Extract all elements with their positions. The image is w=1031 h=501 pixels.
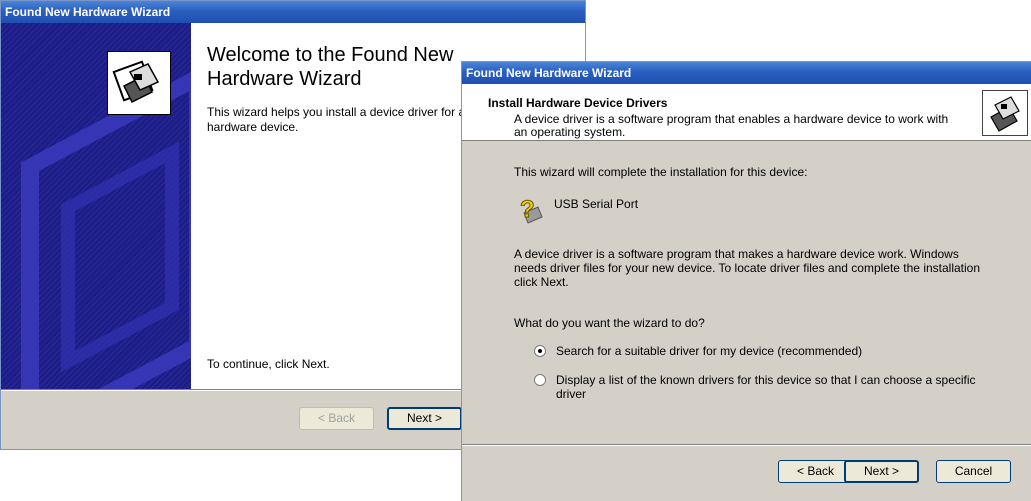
svg-text:?: ? <box>520 196 535 223</box>
wizard-window-install-drivers: Found New Hardware Wizard Install Hardwa… <box>461 61 1031 501</box>
search-driver-label[interactable]: Search for a suitable driver for my devi… <box>556 344 996 358</box>
wizard-description: This wizard helps you install a device d… <box>207 105 466 134</box>
back-button[interactable]: < Back <box>299 407 374 430</box>
hardware-icon <box>982 90 1028 136</box>
display-list-label[interactable]: Display a list of the known drivers for … <box>556 373 996 401</box>
next-button[interactable]: Next > <box>844 460 919 483</box>
continue-instruction: To continue, click Next. <box>207 357 330 371</box>
display-list-radio[interactable] <box>534 374 546 386</box>
hardware-icon <box>107 51 171 115</box>
cancel-button[interactable]: Cancel <box>936 460 1011 483</box>
option-display-list[interactable]: Display a list of the known drivers for … <box>534 373 996 401</box>
header-subtitle: A device driver is a software program th… <box>514 112 949 139</box>
welcome-heading: Welcome to the Found New Hardware Wizard <box>207 44 454 90</box>
intro-text: This wizard will complete the installati… <box>514 165 808 179</box>
wizard-header: Install Hardware Device Drivers A device… <box>462 84 1031 141</box>
window-title-bar[interactable]: Found New Hardware Wizard <box>462 62 1031 84</box>
wizard-side-banner <box>1 23 191 389</box>
window-title-bar[interactable]: Found New Hardware Wizard <box>1 1 585 23</box>
wizard-question: What do you want the wizard to do? <box>514 316 705 330</box>
back-button[interactable]: < Back <box>778 460 853 483</box>
device-name: USB Serial Port <box>554 197 639 211</box>
unknown-device-question-icon: ? <box>516 195 546 225</box>
next-button[interactable]: Next > <box>387 407 462 430</box>
button-separator <box>462 444 1031 446</box>
header-title: Install Hardware Device Drivers <box>488 96 668 110</box>
driver-explanation: A device driver is a software program th… <box>514 247 981 289</box>
option-search-driver[interactable]: Search for a suitable driver for my devi… <box>534 344 996 358</box>
search-driver-radio[interactable] <box>534 345 546 357</box>
